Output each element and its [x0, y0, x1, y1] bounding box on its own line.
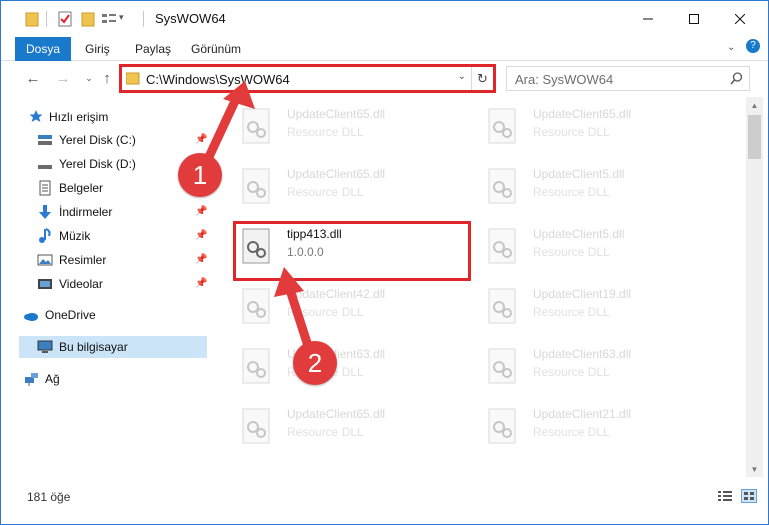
status-bar: 181 öğe — [1, 483, 768, 509]
item-count: 181 öğe — [27, 490, 71, 504]
callout-arrow-1 — [203, 81, 255, 164]
callout-arrows — [203, 81, 314, 354]
explorer-window: ▾ SysWOW64 Dosya Giriş Paylaş Görünüm ⌄ … — [0, 0, 769, 525]
callout-arrow-2 — [274, 267, 314, 354]
tiles-view-icon[interactable] — [741, 489, 757, 503]
callout-badge-2: 2 — [293, 341, 337, 385]
callout-badge-1: 1 — [178, 153, 222, 197]
details-view-icon[interactable] — [717, 489, 733, 503]
